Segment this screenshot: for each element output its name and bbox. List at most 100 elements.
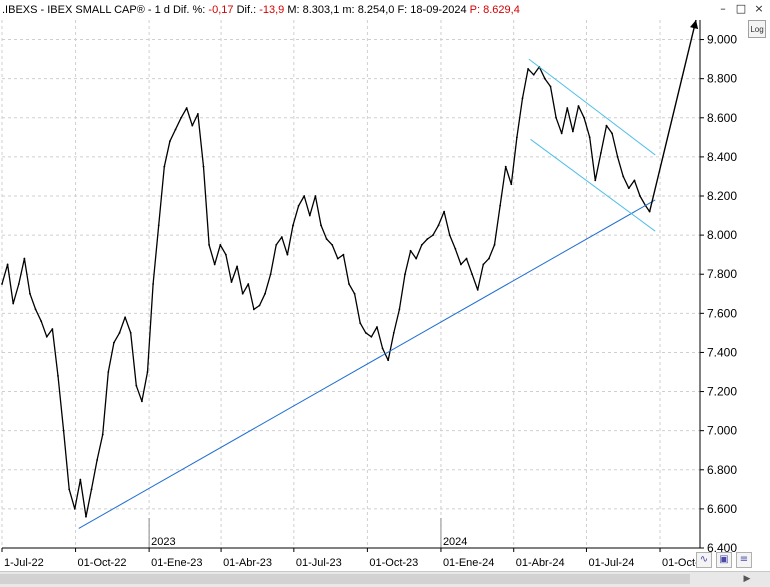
price-point [320, 224, 322, 227]
price-line [1, 66, 651, 518]
price-point [286, 253, 289, 256]
price-point [163, 165, 166, 168]
price-point [264, 292, 266, 295]
price-point [325, 238, 328, 240]
x-tick-label: 01-Oct-23 [369, 557, 418, 569]
price-point [275, 243, 278, 246]
grid [1, 20, 700, 549]
price-point [280, 236, 283, 238]
horizontal-scrollbar[interactable]: ◀ ▶ [0, 571, 770, 587]
price-point [482, 263, 485, 266]
chart-window: .IBEXS - IBEX SMALL CAP® - 1 d Dif. %: -… [0, 0, 770, 587]
x-tick-label: 01-Jul-23 [296, 557, 342, 569]
price-point [392, 331, 395, 334]
x-tick-label: 01-Abr-24 [516, 557, 565, 569]
price-point [543, 77, 546, 80]
price-point [213, 263, 216, 266]
price-point [73, 507, 76, 510]
price-point [297, 204, 300, 207]
price-point [196, 112, 199, 115]
price-point [588, 136, 591, 139]
price-point [504, 165, 507, 168]
price-point [566, 107, 569, 109]
price-point [180, 116, 182, 119]
floppy-icon[interactable]: ▣ [716, 552, 732, 568]
y-tick-label: 8.200 [707, 189, 737, 203]
scroll-thumb[interactable] [0, 574, 690, 584]
price-point [40, 320, 43, 323]
y-tick-label: 8.800 [707, 72, 737, 86]
price-point [331, 243, 334, 246]
x-tick-label: 01-Oct-22 [78, 557, 127, 569]
price-point [583, 116, 585, 119]
price-point [101, 433, 104, 436]
scroll-right-icon[interactable]: ▶ [740, 573, 754, 586]
line-draw-icon[interactable]: ∿ [696, 552, 712, 568]
price-point [471, 273, 474, 276]
price-point [1, 283, 3, 285]
price-point [208, 243, 210, 246]
price-point [493, 243, 496, 246]
y-axis: 6.4006.6006.8007.0007.2007.4007.6007.800… [699, 20, 737, 555]
price-point [381, 347, 384, 350]
price-point [308, 214, 311, 217]
price-point [420, 243, 423, 246]
y-tick-label: 7.800 [707, 267, 737, 281]
price-point [224, 253, 227, 256]
price-point [611, 132, 613, 135]
price-point [6, 263, 9, 266]
price-point [555, 116, 557, 119]
price-chart[interactable]: 2023 2024 6.4006.6006.8007.0007.2007.4007… [0, 0, 770, 587]
price-point [62, 429, 65, 432]
price-point [532, 73, 535, 76]
price-point [17, 283, 20, 285]
price-point [376, 326, 378, 328]
x-tick-label: 01-Ene-23 [151, 557, 202, 569]
log-scale-button[interactable]: Log [748, 20, 766, 38]
x-tick-label: 01-Jul-24 [588, 557, 634, 569]
price-point [252, 308, 255, 311]
price-point [23, 257, 26, 260]
y-tick-label: 6.800 [707, 463, 737, 477]
price-point [79, 478, 82, 481]
price-point [174, 128, 177, 131]
price-point [460, 263, 462, 266]
price-point [527, 67, 529, 70]
y-tick-label: 8.400 [707, 150, 737, 164]
price-point [409, 249, 412, 252]
price-point [426, 238, 429, 240]
price-point [258, 304, 261, 307]
price-point [594, 179, 597, 182]
price-point [616, 155, 619, 158]
y-tick-label: 7.000 [707, 424, 737, 438]
price-point [236, 265, 238, 268]
y-tick-label: 8.000 [707, 228, 737, 242]
price-point [359, 322, 362, 325]
price-point [437, 224, 440, 227]
y-tick-label: 6.600 [707, 502, 737, 516]
price-point [404, 273, 406, 276]
price-point [627, 187, 630, 190]
price-point [12, 302, 15, 305]
hamburger-icon[interactable]: ≡ [736, 552, 752, 568]
price-point [118, 331, 121, 334]
y-tick-label: 7.600 [707, 306, 737, 320]
price-point [141, 400, 143, 403]
price-point [34, 308, 37, 311]
price-point [387, 359, 390, 362]
price-point [113, 341, 115, 344]
price-point [303, 195, 306, 197]
price-point [605, 124, 608, 127]
price-point [68, 488, 71, 491]
price-point [152, 283, 155, 285]
price-point [448, 234, 451, 237]
price-point [443, 210, 446, 213]
price-point [336, 257, 339, 260]
price-point [247, 283, 250, 285]
price-point [370, 335, 373, 338]
price-point [415, 257, 418, 260]
price-point [348, 283, 350, 285]
price-point [622, 175, 625, 178]
price-point [549, 85, 552, 88]
price-point [454, 247, 457, 250]
